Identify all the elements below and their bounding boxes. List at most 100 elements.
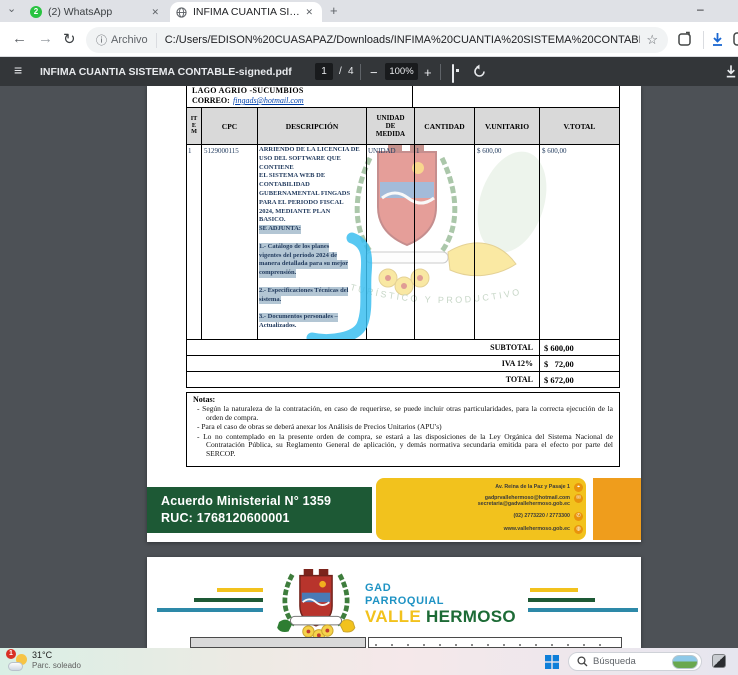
totals-label: SUBTOTAL xyxy=(187,343,539,352)
row-vtotal: $ 600,00 xyxy=(542,147,567,155)
taskbar-search-box[interactable]: Búsqueda xyxy=(568,652,702,671)
contact-line: secretaria@gadvallehermoso.gob.ec xyxy=(478,501,570,507)
omnibox[interactable]: ⓘ Archivo C:/Users/EDISON%20CUASAPAZ/Dow… xyxy=(86,27,668,53)
tab-pdf[interactable]: INFIMA CUANTIA SISTEMA COI ✕ xyxy=(170,2,322,22)
description-line xyxy=(259,234,366,243)
new-tab-button[interactable]: + xyxy=(330,3,338,18)
fit-page-icon[interactable] xyxy=(452,64,454,83)
bookmark-star-icon[interactable]: ☆ xyxy=(646,32,658,48)
row-cantidad: 1 xyxy=(416,147,420,155)
description-line: CONTIENE xyxy=(259,164,366,173)
tab-label: INFIMA CUANTIA SISTEMA COI xyxy=(193,6,302,18)
tab-close-icon[interactable]: ✕ xyxy=(148,7,162,18)
description-line: vigentes del periodo 2024 de xyxy=(259,252,337,261)
deco-line xyxy=(528,608,638,612)
description-line: 3.- Documentos personales – xyxy=(259,313,338,322)
description-line: ARRIENDO DE LA LICENCIA DE xyxy=(259,146,366,155)
description-line xyxy=(259,278,366,287)
description-line: GUBERNAMENTAL FINGADS xyxy=(259,190,366,199)
tab-whatsapp[interactable]: 2 (2) WhatsApp ✕ xyxy=(24,2,168,22)
notas-item: - Según la naturaleza de la contratación… xyxy=(193,405,613,422)
page2-table-cell xyxy=(190,637,366,648)
pdf-viewer[interactable]: TURÍSTICO Y PRODUCTIVO LAGO AGRIO -SUCUM… xyxy=(0,86,738,648)
totals-value: $ 600,00 xyxy=(539,340,619,355)
file-scheme-chip: Archivo xyxy=(111,34,148,46)
contact-row: www.vallehermoso.gob.ec xyxy=(504,526,570,532)
col-header-descripcion: DESCRIPCIÓN xyxy=(257,107,367,145)
reload-icon[interactable]: ↻ xyxy=(63,30,76,48)
description-line: sistema. xyxy=(259,296,281,305)
weather-widget[interactable]: 1 xyxy=(8,652,28,672)
globe-favicon xyxy=(176,7,187,18)
footer-contact-card: Av. Reina de la Paz y Pasaje 1⌖gadprvall… xyxy=(376,478,586,540)
screen: ⌄ 2 (2) WhatsApp ✕ INFIMA CUANTIA SISTEM… xyxy=(0,0,738,675)
weather-temperature[interactable]: 31°C xyxy=(32,650,52,660)
info-icon[interactable]: ⓘ xyxy=(96,32,107,48)
download-icon[interactable] xyxy=(710,32,725,47)
notification-badge: 1 xyxy=(6,649,16,659)
description-line: BASICO. xyxy=(259,216,366,225)
cell-unidad xyxy=(366,144,415,340)
tab-label: (2) WhatsApp xyxy=(48,6,148,18)
org-valle: VALLE xyxy=(365,607,421,626)
back-icon[interactable]: ← xyxy=(12,30,27,47)
gad-coat-of-arms xyxy=(273,569,359,641)
org-gad: GAD xyxy=(365,582,391,594)
cell-item xyxy=(186,144,202,340)
page-number-input[interactable]: 1 xyxy=(315,63,333,80)
contact-line: Av. Reina de la Paz y Pasaje 1 xyxy=(495,484,570,490)
forward-icon[interactable]: → xyxy=(38,30,53,47)
entity-city-line: LAGO AGRIO -SUCUMBIOS xyxy=(192,86,304,95)
totals-row: SUBTOTAL$ 600,00 xyxy=(186,339,620,356)
contact-line: (02) 2773220 / 2773300 xyxy=(513,513,570,519)
window-minimize-button[interactable]: – xyxy=(697,2,704,16)
org-parroquial: PARROQUIAL xyxy=(365,595,444,607)
page-total: 4 xyxy=(348,66,354,77)
pdf-download-icon[interactable] xyxy=(724,64,738,79)
totals-block: SUBTOTAL$ 600,00IVA 12%$ 72,00TOTAL$ 672… xyxy=(186,340,620,388)
page2-table-cell xyxy=(368,637,622,648)
pdf-toolbar: ≡ INFIMA CUANTIA SISTEMA CONTABLE-signed… xyxy=(0,57,738,86)
notas-list: - Según la naturaleza de la contratación… xyxy=(193,405,613,459)
zoom-level[interactable]: 100% xyxy=(385,63,418,80)
col-header-unidad: UNIDAD DE MEDIDA xyxy=(366,107,415,145)
org-valle-hermoso: VALLE HERMOSO xyxy=(365,607,516,627)
contact-row: Av. Reina de la Paz y Pasaje 1 xyxy=(495,484,570,490)
col-header-item: ITEM xyxy=(186,107,202,145)
zoom-in-button[interactable]: + xyxy=(424,65,432,80)
notas-title: Notas: xyxy=(193,395,613,404)
contact-row: gadprvallehermoso@hotmail.comsecretaria@… xyxy=(478,495,570,507)
profile-icon[interactable] xyxy=(733,31,738,47)
description-line: 2024, MEDIANTE PLAN xyxy=(259,208,366,217)
deco-line xyxy=(217,588,263,592)
zoom-out-button[interactable]: − xyxy=(370,65,378,80)
contact-row: (02) 2773220 / 2773300 xyxy=(513,513,570,519)
windows-start-button[interactable] xyxy=(545,655,559,669)
tab-search-chevron-icon[interactable]: ⌄ xyxy=(7,2,16,15)
ruc: RUC: 1768120600001 xyxy=(161,510,372,527)
deco-line xyxy=(194,598,263,602)
description-line: 2.- Especificaciones Técnicas del xyxy=(259,287,348,296)
side-panel-icon[interactable] xyxy=(677,31,693,47)
footer-orange-band xyxy=(593,478,641,540)
toolbar-divider xyxy=(360,64,361,80)
cell-cpc xyxy=(201,144,258,340)
org-hermoso: HERMOSO xyxy=(426,607,516,626)
address-url[interactable]: C:/Users/EDISON%20CUASAPAZ/Downloads/INF… xyxy=(165,34,641,46)
description-cell: ARRIENDO DE LA LICENCIA DEUSO DEL SOFTWA… xyxy=(259,146,366,331)
correo-link[interactable]: fingads@hotmail.com xyxy=(233,96,304,105)
rotate-icon[interactable] xyxy=(472,64,487,79)
description-line: comprensión. xyxy=(259,269,296,278)
totals-label: TOTAL xyxy=(187,375,539,384)
taskbar-app-icon[interactable] xyxy=(712,654,726,668)
search-highlight-thumbnail[interactable] xyxy=(672,655,698,669)
tab-close-icon[interactable]: ✕ xyxy=(302,7,316,18)
pdf-page-2: GAD PARROQUIAL VALLE HERMOSO xyxy=(147,557,641,648)
description-line: manera detallada para su mejor xyxy=(259,260,348,269)
weather-condition[interactable]: Parc. soleado xyxy=(32,661,81,670)
description-line: PARA EL PERIODO FISCAL xyxy=(259,199,366,208)
pdf-menu-icon[interactable]: ≡ xyxy=(14,62,22,78)
contact-line: www.vallehermoso.gob.ec xyxy=(504,526,570,532)
totals-value: $ 672,00 xyxy=(539,372,619,387)
row-item: 1 xyxy=(188,147,192,155)
